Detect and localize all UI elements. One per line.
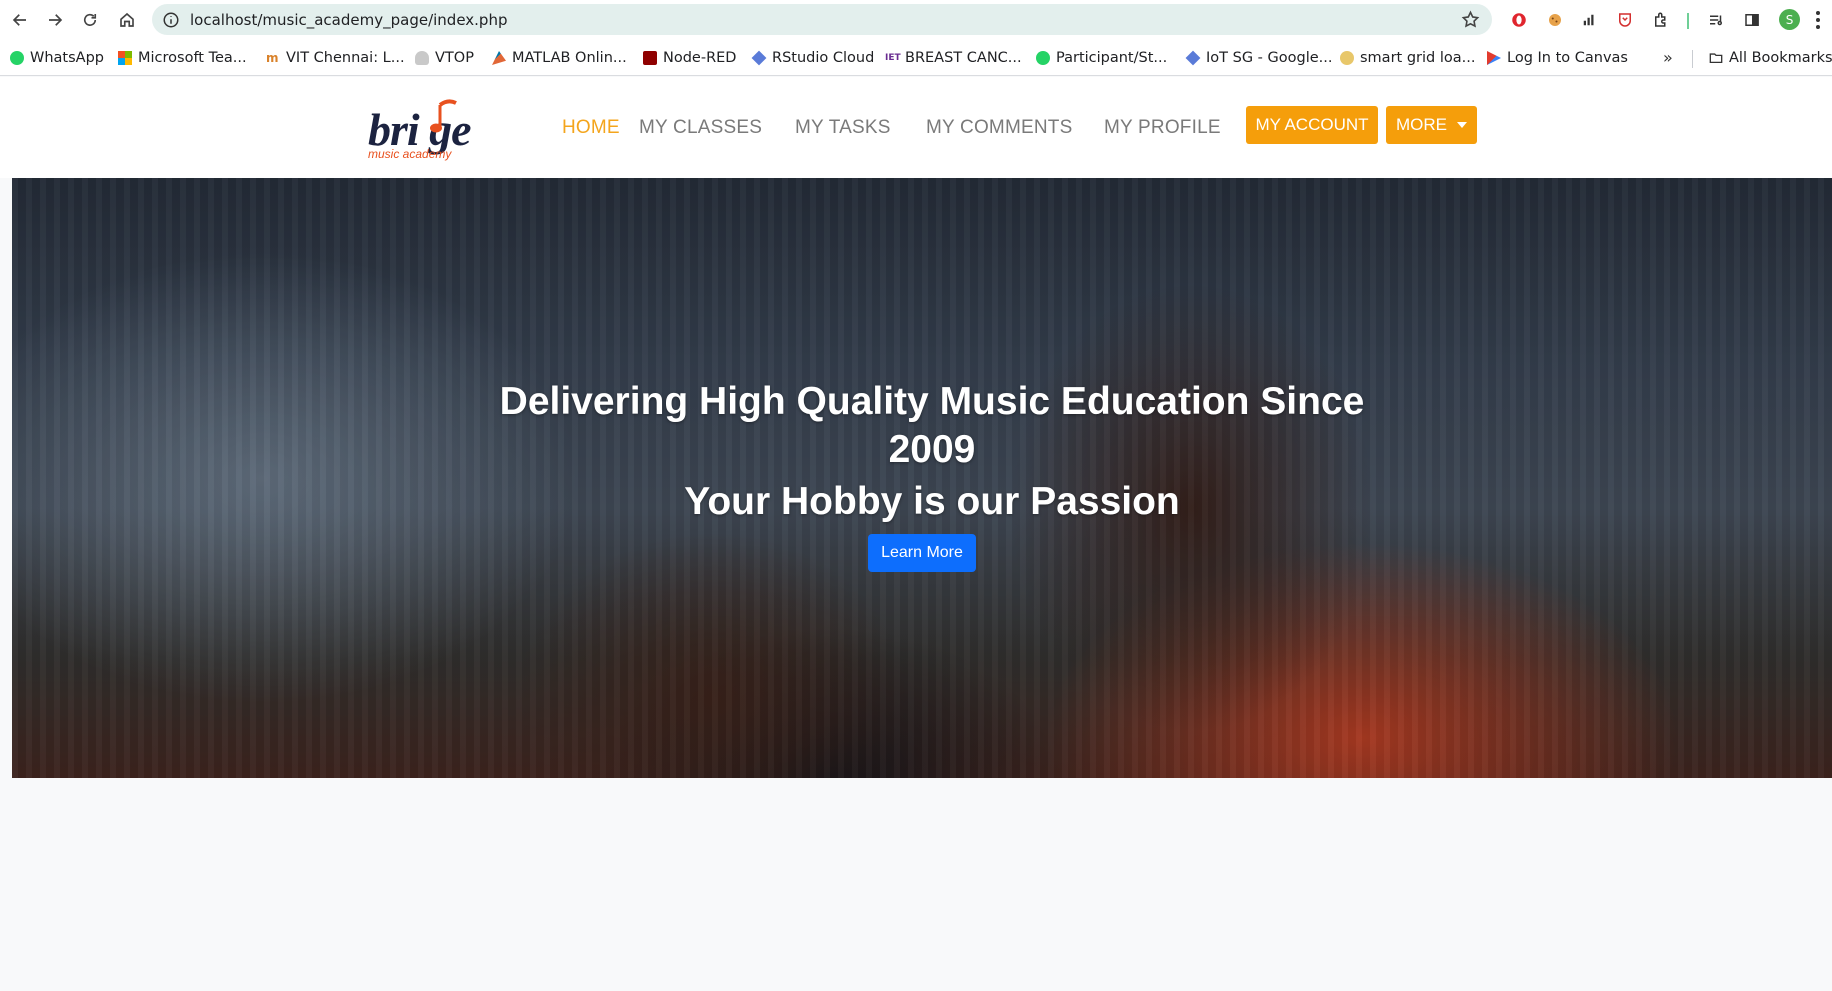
site-header: bri ge music academy HOME MY CLASSES MY … (0, 77, 1832, 178)
address-bar[interactable]: localhost/music_academy_page/index.php (152, 4, 1492, 35)
forward-icon[interactable] (41, 6, 69, 34)
bookmarks-divider (1692, 50, 1693, 68)
bookmark-label: WhatsApp (30, 50, 104, 66)
more-bookmarks-chevron[interactable]: » (1663, 48, 1673, 67)
site-info-icon[interactable] (162, 11, 180, 29)
bookmark-label: VTOP (435, 50, 474, 66)
bookmark-smart-grid[interactable]: smart grid loa... (1340, 48, 1475, 68)
nav-my-comments[interactable]: MY COMMENTS (926, 117, 1072, 139)
bookmark-label: RStudio Cloud (772, 50, 875, 66)
logo-subtitle: music academy (368, 147, 452, 161)
bookmark-label: VIT Chennai: L... (286, 50, 405, 66)
smart-grid-icon (1340, 51, 1354, 65)
more-label: MORE (1396, 115, 1447, 134)
bookmark-microsoft-teams[interactable]: Microsoft Tea... (118, 48, 247, 68)
opera-extension-icon[interactable] (1508, 9, 1530, 31)
analytics-extension-icon[interactable] (1578, 9, 1600, 31)
browser-toolbar: localhost/music_academy_page/index.php S (0, 0, 1832, 40)
bridge-logo[interactable]: bri ge music academy (366, 97, 501, 167)
nav-my-tasks[interactable]: MY TASKS (795, 117, 891, 139)
url-text[interactable]: localhost/music_academy_page/index.php (190, 11, 507, 29)
all-bookmarks-button[interactable]: All Bookmarks (1709, 48, 1832, 68)
learn-more-button[interactable]: Learn More (868, 534, 976, 572)
bookmark-vtop[interactable]: VTOP (415, 48, 474, 68)
bookmark-label: Participant/St... (1056, 50, 1168, 66)
folder-icon (1709, 53, 1723, 64)
back-icon[interactable] (6, 6, 34, 34)
cookie-extension-icon[interactable] (1544, 9, 1566, 31)
iet-icon: IET (885, 53, 901, 63)
hero-content: Delivering High Quality Music Education … (12, 178, 1832, 778)
extensions-puzzle-icon[interactable] (1650, 9, 1672, 31)
vtop-icon (415, 51, 429, 65)
browser-menu-icon[interactable] (1812, 9, 1824, 31)
profile-avatar[interactable]: S (1779, 9, 1800, 30)
my-account-label: MY ACCOUNT (1255, 115, 1369, 134)
media-controls-icon[interactable] (1705, 9, 1727, 31)
nav-home[interactable]: HOME (562, 117, 620, 139)
bookmark-breast-cancer[interactable]: IET BREAST CANC... (885, 48, 1022, 68)
bookmark-participant[interactable]: Participant/St... (1036, 48, 1167, 68)
hero-subtitle: Your Hobby is our Passion (684, 480, 1180, 523)
more-dropdown-button[interactable]: MORE (1386, 106, 1477, 144)
bookmark-star-icon[interactable] (1461, 10, 1480, 29)
rstudio-icon (1185, 50, 1201, 66)
bookmark-iot-sg[interactable]: IoT SG - Google... (1185, 48, 1333, 68)
bookmark-rstudio[interactable]: RStudio Cloud (751, 48, 875, 68)
nav-my-classes[interactable]: MY CLASSES (639, 117, 762, 139)
shield-extension-icon[interactable] (1614, 9, 1636, 31)
whatsapp-icon (1036, 51, 1050, 65)
vit-icon: m (266, 51, 279, 65)
hero-title: Delivering High Quality Music Education … (499, 380, 1365, 471)
bookmark-whatsapp[interactable]: WhatsApp (10, 48, 104, 68)
nav-my-profile[interactable]: MY PROFILE (1104, 117, 1221, 139)
page-body (0, 778, 1832, 991)
toolbar-divider (1687, 13, 1689, 29)
bookmark-canvas[interactable]: Log In to Canvas (1487, 48, 1628, 68)
matlab-icon (492, 51, 506, 65)
caret-down-icon (1457, 122, 1467, 128)
home-icon[interactable] (113, 6, 141, 34)
bookmark-label: BREAST CANC... (905, 50, 1022, 66)
bookmark-vit-chennai[interactable]: m VIT Chennai: L... (266, 48, 405, 68)
whatsapp-icon (10, 51, 24, 65)
learn-more-label: Learn More (881, 544, 963, 561)
node-red-icon (643, 51, 657, 65)
bookmark-node-red[interactable]: Node-RED (643, 48, 736, 68)
rstudio-icon (751, 50, 767, 66)
reload-icon[interactable] (76, 6, 104, 34)
bookmark-label: Log In to Canvas (1507, 50, 1628, 66)
bookmark-label: MATLAB Onlin... (512, 50, 627, 66)
bookmark-matlab[interactable]: MATLAB Onlin... (492, 48, 627, 68)
bookmark-label: Microsoft Tea... (138, 50, 247, 66)
canvas-icon (1487, 51, 1501, 65)
side-panel-icon[interactable] (1741, 9, 1763, 31)
bookmark-label: smart grid loa... (1360, 50, 1476, 66)
microsoft-icon (118, 51, 132, 65)
all-bookmarks-label: All Bookmarks (1729, 50, 1832, 66)
my-account-button[interactable]: MY ACCOUNT (1246, 106, 1378, 144)
music-note-icon (430, 99, 457, 133)
bookmark-label: Node-RED (663, 50, 737, 66)
bookmarks-bar: WhatsApp Microsoft Tea... m VIT Chennai:… (0, 40, 1832, 76)
hero-banner: Delivering High Quality Music Education … (12, 178, 1832, 778)
bookmark-label: IoT SG - Google... (1206, 50, 1333, 66)
